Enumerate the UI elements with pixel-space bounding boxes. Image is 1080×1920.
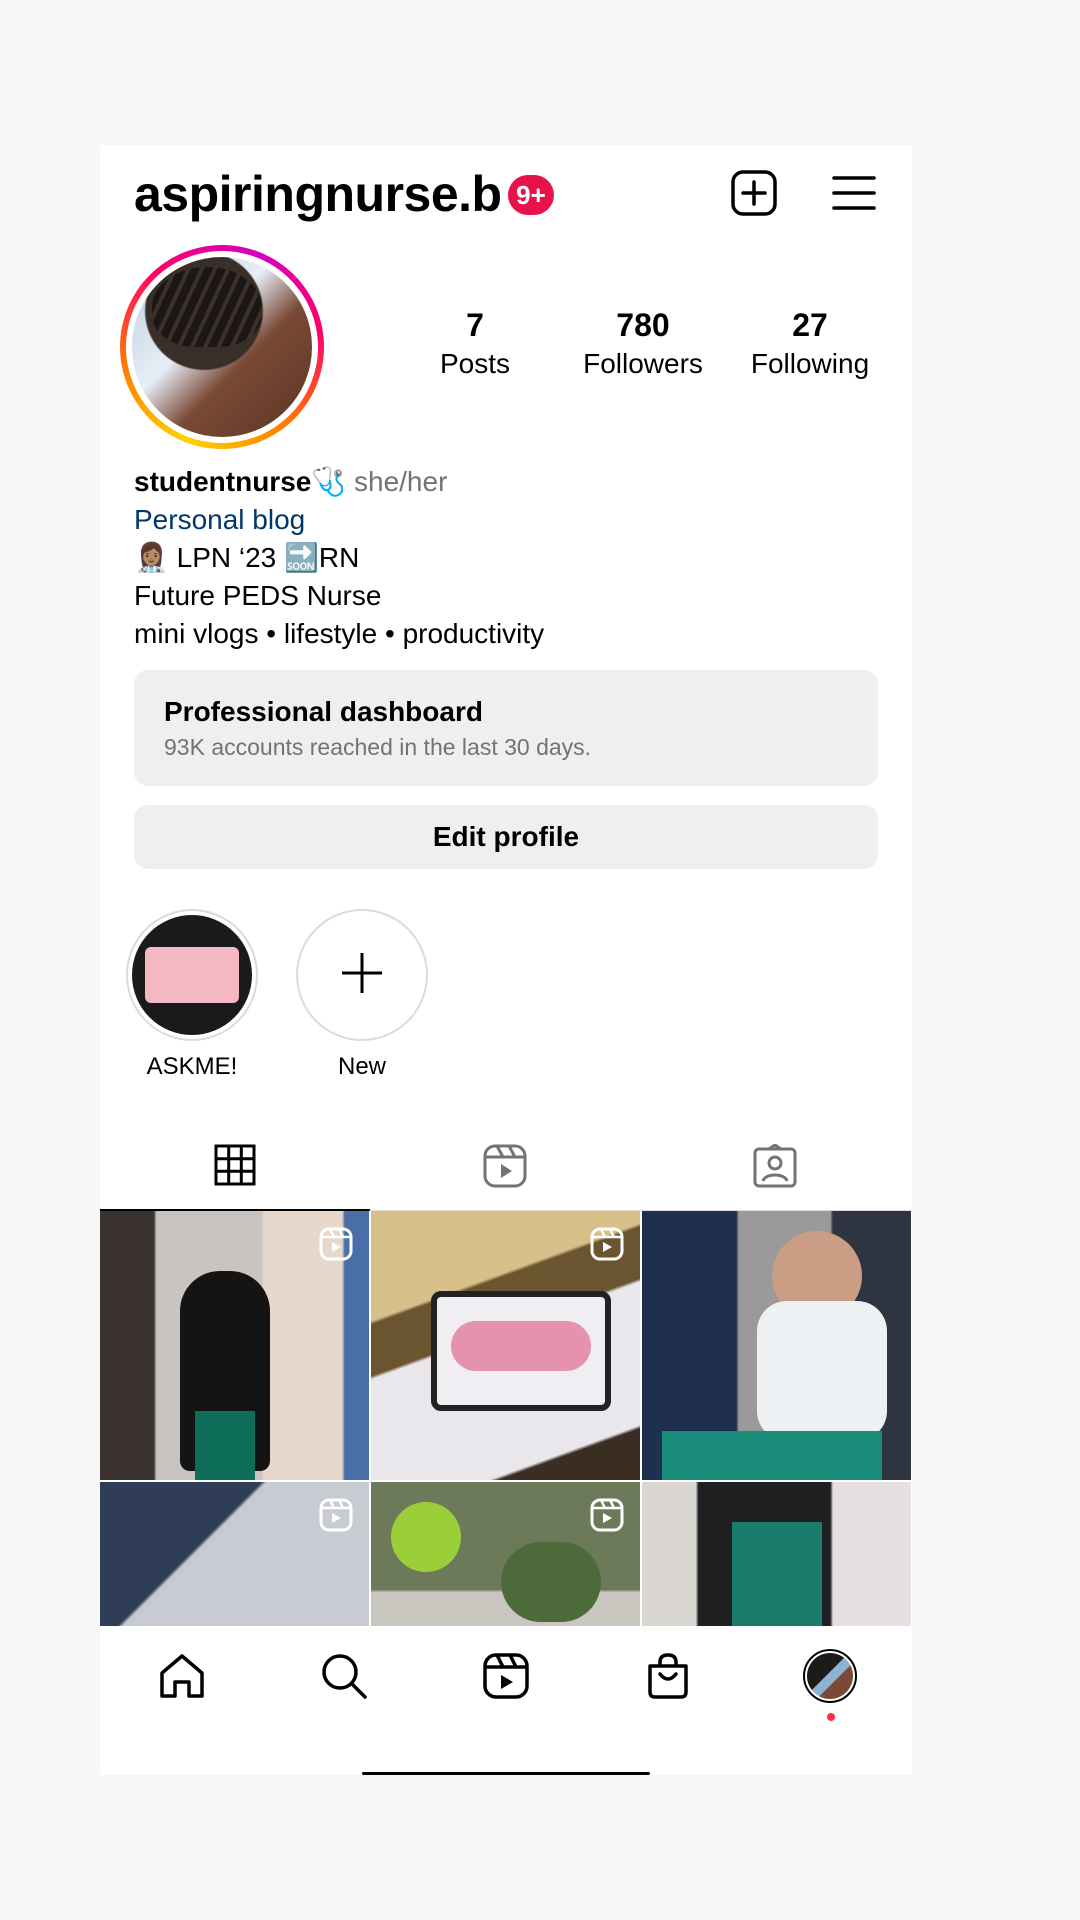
post-thumbnail[interactable] [371,1211,640,1480]
plus-icon [340,951,384,1000]
bio-line-1: 👩🏽‍⚕️ LPN ‘23 🔜RN [134,542,360,573]
dashboard-subtitle: 93K accounts reached in the last 30 days… [164,734,592,760]
posts-grid [100,1211,912,1626]
create-post-icon[interactable] [728,167,780,219]
top-bar: aspiringnurse.b 9+ [100,145,912,240]
username-title[interactable]: aspiringnurse.b [134,165,502,223]
profile-photo [132,257,312,437]
reel-icon [590,1498,624,1532]
dashboard-title: Professional dashboard [164,696,483,727]
profile-avatar-tab[interactable] [800,1646,860,1706]
display-name: studentnurse🩺 [134,466,347,497]
tab-tagged[interactable] [640,1125,910,1211]
following-count: 27 [792,307,828,343]
posts-stat[interactable]: 7 Posts [400,307,550,380]
followers-count: 780 [616,307,670,343]
tab-grid[interactable] [100,1125,370,1211]
reel-icon [319,1498,353,1532]
pronouns: she/her [354,466,448,497]
profile-stats: 7 Posts 780 Followers 27 Following [400,307,880,387]
highlight-new[interactable]: New [296,909,428,1081]
reel-icon [590,1227,624,1261]
reels-icon [483,1144,527,1193]
posts-count: 7 [466,307,484,343]
posts-label: Posts [439,348,511,379]
highlight-label: New [337,1053,386,1080]
profile-avatar[interactable] [120,245,324,449]
bio-line-2: Future PEDS Nurse [134,580,382,611]
grid-icon [214,1144,256,1191]
home-icon[interactable] [152,1646,212,1706]
profile-screen: aspiringnurse.b 9+ 7 Posts 780 Followers… [100,145,912,1775]
post-thumbnail[interactable] [100,1482,369,1626]
highlight-label: ASKME! [146,1053,238,1080]
reels-icon[interactable] [476,1646,536,1706]
following-label: Following [750,348,870,379]
post-thumbnail[interactable] [371,1482,640,1626]
followers-stat[interactable]: 780 Followers [568,307,718,380]
category-label: Personal blog [134,504,306,535]
reel-icon [319,1227,353,1261]
bottom-navigation [100,1626,912,1726]
post-thumbnail[interactable] [100,1211,369,1480]
home-indicator[interactable] [362,1772,650,1775]
tagged-icon [753,1142,797,1193]
menu-icon[interactable] [828,167,880,219]
highlight-askme[interactable]: ASKME! [126,909,258,1081]
highlight-cover [132,915,252,1035]
post-thumbnail[interactable] [642,1482,911,1626]
tab-reels[interactable] [370,1125,640,1211]
content-tabs [100,1125,912,1211]
followers-label: Followers [583,348,703,379]
notification-dot [827,1713,835,1721]
notification-badge[interactable]: 9+ [508,175,554,215]
bio-line-3: mini vlogs • lifestyle • productivity [134,618,545,649]
following-stat[interactable]: 27 Following [735,307,885,380]
shop-icon[interactable] [638,1646,698,1706]
avatar [803,1649,857,1703]
post-thumbnail[interactable] [642,1211,911,1480]
edit-profile-button[interactable]: Edit profile [134,805,878,869]
search-icon[interactable] [314,1646,374,1706]
professional-dashboard-button[interactable]: Professional dashboard 93K accounts reac… [134,670,878,786]
profile-bio: studentnurse🩺 she/her Personal blog 👩🏽‍⚕… [134,463,874,653]
